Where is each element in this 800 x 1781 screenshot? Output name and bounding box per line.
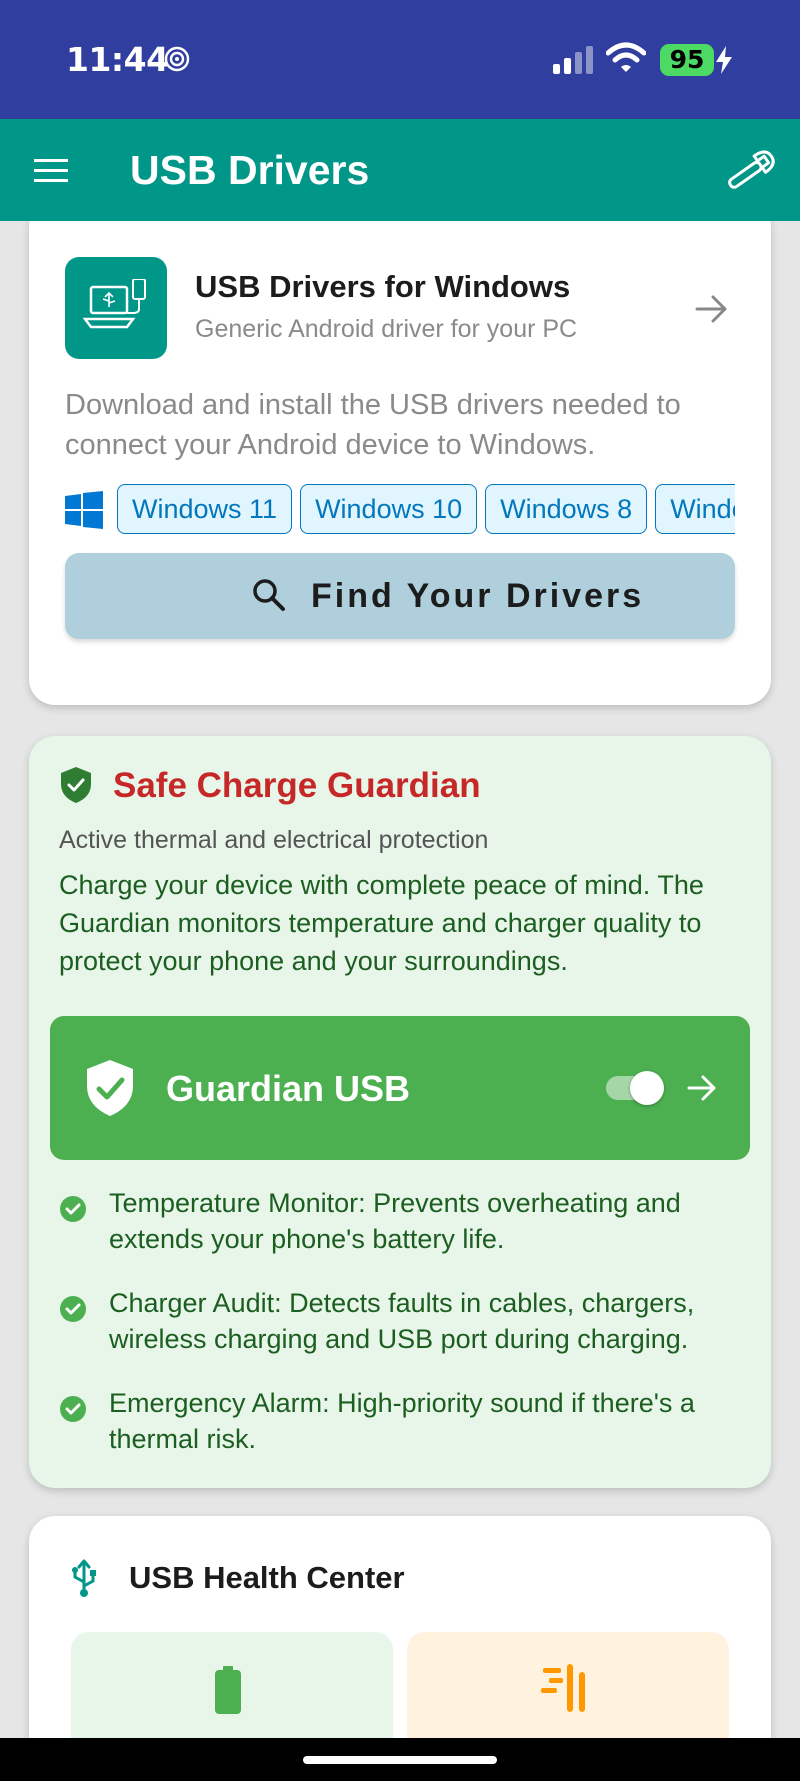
- guardian-usb-tile[interactable]: Guardian USB: [50, 1016, 750, 1160]
- usb-card-description: Download and install the USB drivers nee…: [65, 389, 681, 461]
- shield-check-icon: [61, 767, 91, 803]
- focus-mode-icon: [164, 46, 190, 72]
- usb-health-center-card: USB Health Center: [29, 1516, 771, 1738]
- windows-logo-icon: [65, 491, 103, 529]
- charging-bolt-icon: [716, 46, 732, 74]
- cellular-signal-icon: [553, 46, 593, 74]
- app-bar: USB Drivers: [0, 119, 800, 221]
- battery-icon: [215, 1666, 241, 1714]
- guardian-description: Charge your device with complete peace o…: [59, 870, 704, 976]
- chip-windows-11[interactable]: Windows 11: [117, 484, 293, 534]
- safe-charge-guardian-card: Safe Charge Guardian Active thermal and …: [29, 736, 771, 1488]
- toggle-knob: [630, 1071, 664, 1105]
- usb-drivers-card[interactable]: USB Drivers for Windows Generic Android …: [29, 221, 771, 705]
- search-icon: [253, 579, 285, 611]
- feature-emergency-alarm: Emergency Alarm: High-priority sound if …: [59, 1385, 749, 1461]
- battery-health-tile[interactable]: [71, 1632, 393, 1738]
- status-time: 11:44: [66, 40, 169, 79]
- health-center-title: USB Health Center: [129, 1560, 405, 1595]
- chip-windows-10[interactable]: Windows 10: [300, 484, 478, 534]
- find-drivers-label: Find Your Drivers: [311, 577, 645, 615]
- feature-temperature-monitor: Temperature Monitor: Prevents overheatin…: [59, 1185, 749, 1261]
- system-navigation-bar: [0, 1738, 800, 1781]
- wifi-icon: [606, 42, 646, 72]
- feature-text: Emergency Alarm: High-priority sound if …: [109, 1388, 695, 1454]
- usb-icon: [72, 1559, 96, 1597]
- guardian-toggle[interactable]: [606, 1071, 664, 1105]
- wrench-icon[interactable]: [722, 149, 778, 193]
- charging-speed-tile[interactable]: [407, 1632, 729, 1738]
- shield-check-icon: [87, 1060, 133, 1116]
- battery-level: 95: [660, 44, 714, 76]
- app-title: USB Drivers: [130, 147, 370, 193]
- guardian-title: Safe Charge Guardian: [113, 766, 481, 805]
- usb-card-title: USB Drivers for Windows: [195, 269, 571, 304]
- chip-windows-8[interactable]: Windows 8: [485, 484, 648, 534]
- check-circle-icon: [60, 1396, 86, 1422]
- menu-icon[interactable]: [32, 155, 70, 185]
- feature-text: Temperature Monitor: Prevents overheatin…: [109, 1188, 681, 1254]
- status-bar: 11:44 95: [0, 0, 800, 119]
- guardian-usb-label: Guardian USB: [166, 1068, 411, 1109]
- usb-card-subtitle: Generic Android driver for your PC: [195, 315, 578, 343]
- guardian-subtitle: Active thermal and electrical protection: [59, 826, 489, 854]
- home-indicator[interactable]: [303, 1756, 497, 1764]
- windows-version-chips[interactable]: Windows 11Windows 10Windows 8Windows 7: [117, 484, 735, 536]
- find-drivers-button[interactable]: Find Your Drivers: [65, 553, 735, 639]
- check-circle-icon: [60, 1196, 86, 1222]
- charging-speed-icon: [541, 1664, 585, 1712]
- laptop-usb-icon: [65, 257, 167, 359]
- check-circle-icon: [60, 1296, 86, 1322]
- main-content[interactable]: USB Drivers for Windows Generic Android …: [0, 221, 800, 1738]
- arrow-right-icon[interactable]: [686, 1072, 718, 1104]
- feature-text: Charger Audit: Detects faults in cables,…: [109, 1288, 695, 1354]
- feature-charger-audit: Charger Audit: Detects faults in cables,…: [59, 1285, 749, 1361]
- chip-windows-7[interactable]: Windows 7: [655, 484, 735, 534]
- arrow-right-icon[interactable]: [693, 291, 729, 327]
